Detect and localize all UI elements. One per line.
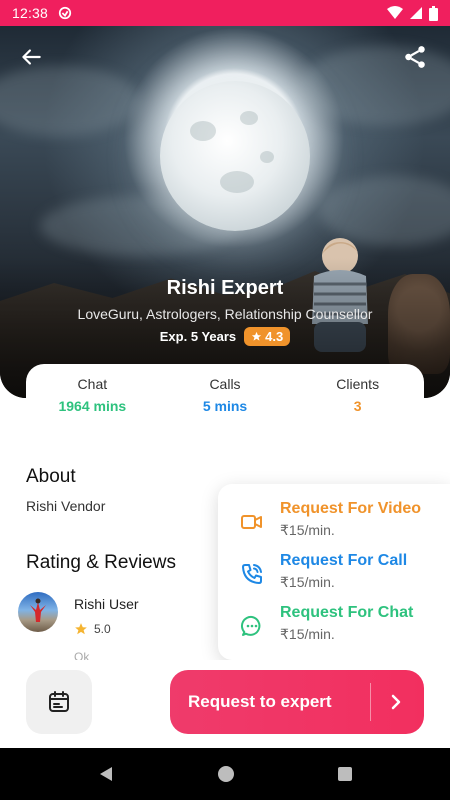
- experience-row: Exp. 5 Years 4.3: [0, 327, 450, 346]
- stats-card: Chat 1964 mins Calls 5 mins Clients 3: [26, 364, 424, 428]
- status-time: 12:38: [12, 5, 49, 21]
- review-rating-value: 5.0: [94, 622, 111, 636]
- stat-label: Chat: [77, 376, 108, 392]
- review-item: Rishi User 5.0: [18, 592, 218, 652]
- nav-back-icon[interactable]: [97, 765, 115, 783]
- request-chat-price: ₹15/min.: [280, 626, 335, 642]
- nav-recents-icon[interactable]: [337, 766, 353, 782]
- reviewer-name: Rishi User: [74, 596, 139, 612]
- request-options-menu: Request For Video ₹15/min. Request For C…: [218, 484, 450, 660]
- expert-name: Rishi Expert: [166, 277, 284, 299]
- request-call-price: ₹15/min.: [280, 574, 335, 590]
- request-video-price: ₹15/min.: [280, 522, 335, 538]
- phone-call-icon: [242, 564, 262, 584]
- video-camera-icon: [241, 515, 262, 529]
- request-video-option[interactable]: Request For Video ₹15/min.: [218, 498, 450, 550]
- request-video-title: Request For Video: [280, 500, 422, 517]
- request-call-option[interactable]: Request For Call ₹15/min.: [218, 550, 450, 602]
- request-to-expert-label: Request to expert: [188, 692, 332, 711]
- calendar-icon: [49, 691, 69, 712]
- app-notification-icon: [58, 6, 72, 20]
- star-icon: [75, 623, 87, 635]
- status-icons: [387, 5, 438, 21]
- experience-text: Exp. 5 Years: [159, 329, 237, 344]
- stat-label: Clients: [336, 376, 380, 392]
- nav-home-icon[interactable]: [217, 765, 235, 783]
- stat-value: 3: [353, 398, 362, 414]
- system-navigation-bar: [0, 748, 450, 800]
- stat-clients: Clients 3: [291, 364, 424, 428]
- battery-icon: [429, 5, 438, 21]
- about-text: Rishi Vendor: [26, 498, 106, 514]
- schedule-button[interactable]: [26, 670, 92, 734]
- cta-divider: [370, 683, 371, 721]
- request-call-title: Request For Call: [280, 552, 408, 569]
- review-rating: 5.0: [74, 622, 111, 636]
- expert-tags: LoveGuru, Astrologers, Relationship Coun…: [77, 306, 373, 322]
- wifi-icon: [387, 6, 403, 19]
- request-chat-option[interactable]: Request For Chat ₹15/min.: [218, 602, 450, 654]
- signal-icon: [410, 7, 422, 19]
- rating-value: 4.3: [265, 329, 284, 344]
- back-arrow-icon[interactable]: [18, 44, 44, 70]
- stat-value: 5 mins: [202, 398, 248, 414]
- request-to-expert-button[interactable]: Request to expert: [170, 670, 424, 734]
- about-title: About: [26, 466, 76, 487]
- request-chat-title: Request For Chat: [280, 604, 414, 621]
- moon-illustration: [160, 81, 310, 231]
- stat-label: Calls: [209, 376, 241, 392]
- chevron-right-icon: [391, 694, 401, 710]
- reviews-title: Rating & Reviews: [26, 552, 176, 573]
- star-icon: [252, 331, 262, 341]
- rating-badge: 4.3: [244, 327, 291, 346]
- chat-icon: [240, 615, 261, 636]
- avatar: [18, 592, 58, 632]
- stat-value: 1964 mins: [58, 398, 127, 414]
- stat-calls: Calls 5 mins: [159, 364, 292, 428]
- share-icon[interactable]: [402, 44, 428, 70]
- stat-chat: Chat 1964 mins: [26, 364, 159, 428]
- bottom-action-bar: Request to expert: [0, 660, 450, 748]
- status-bar: 12:38: [0, 0, 450, 26]
